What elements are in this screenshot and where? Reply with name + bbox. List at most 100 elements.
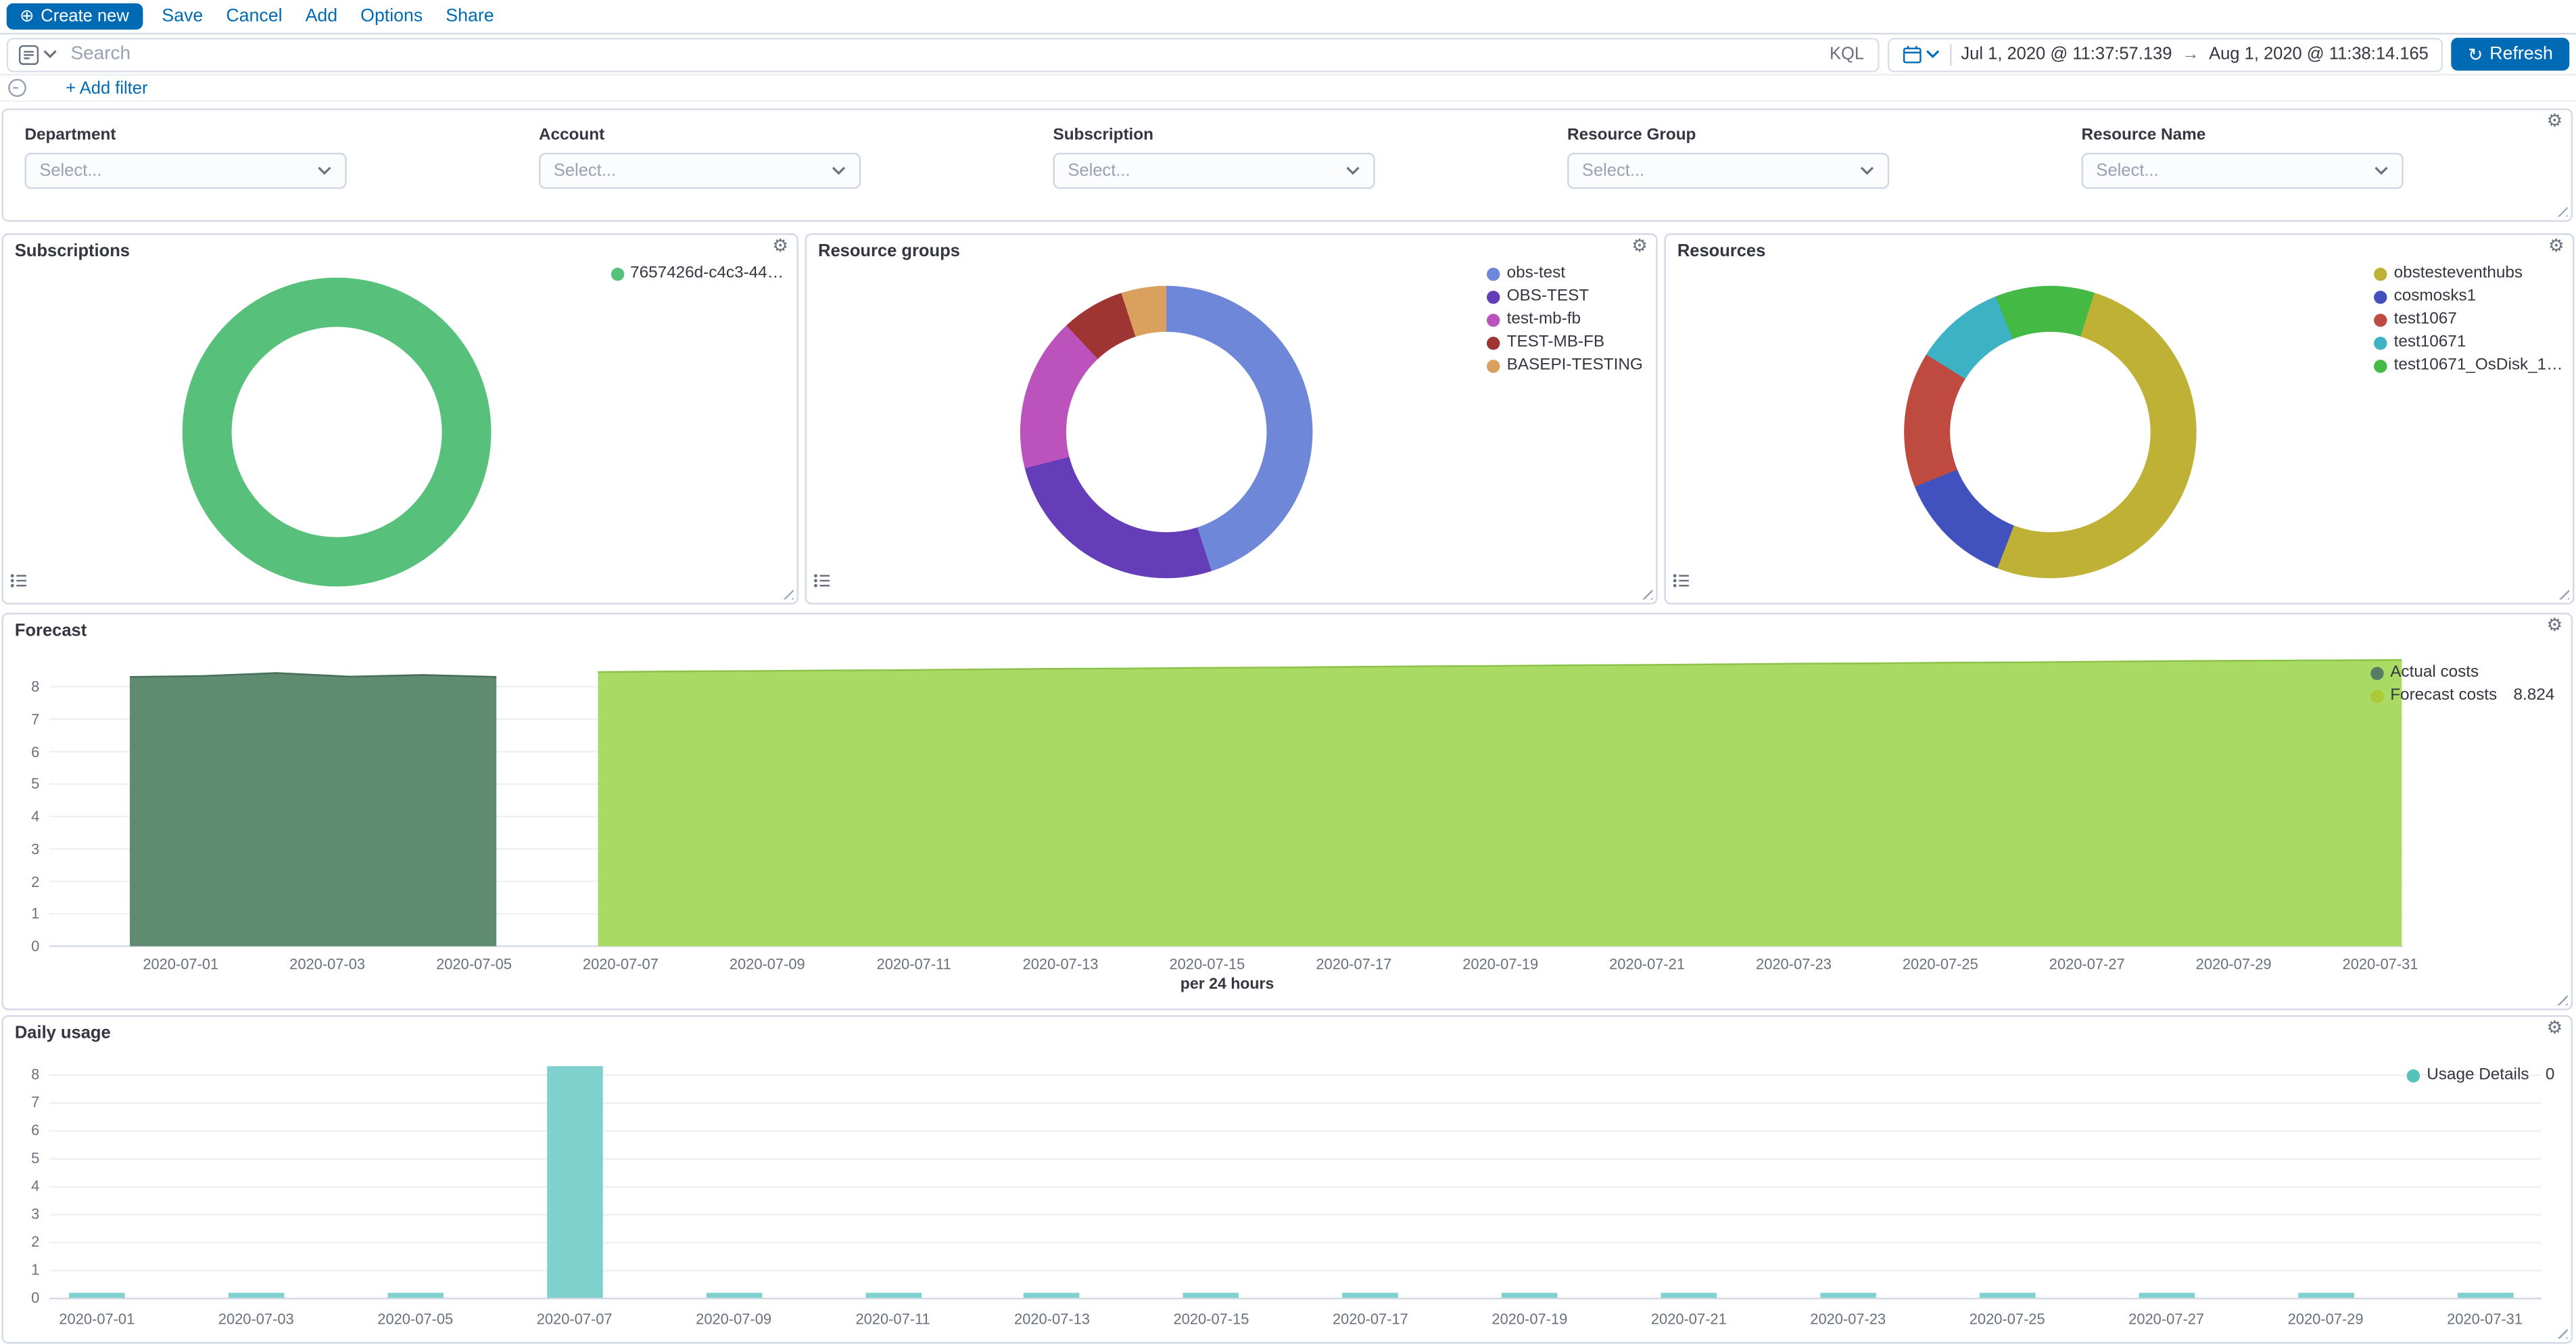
chart-legend: Usage Details0 — [2407, 1066, 2554, 1084]
create-new-button[interactable]: ⊕ Create new — [7, 3, 142, 30]
resources-donut-chart[interactable] — [1904, 286, 2197, 579]
add-filter-button[interactable]: + Add filter — [66, 78, 147, 97]
panel-title[interactable]: Daily usage — [15, 1024, 111, 1043]
quick-select-button[interactable] — [1902, 45, 1940, 64]
panel-title[interactable]: Forecast — [15, 621, 87, 640]
y-tick-label: 4 — [7, 808, 40, 824]
legend-item[interactable]: TEST-MB-FB — [1487, 333, 1642, 352]
panel-options-gear-icon[interactable]: ⚙ — [2546, 114, 2562, 132]
resource-groups-donut-chart[interactable] — [1020, 286, 1313, 579]
control-account: Account Select... — [539, 126, 861, 189]
date-range-arrow: → — [2182, 45, 2199, 64]
filter-options-icon[interactable] — [8, 79, 26, 97]
query-language-button[interactable]: KQL — [1826, 45, 1867, 64]
subscriptions-panel: Subscriptions ⚙ 7657426d-c4c3-44… — [1, 233, 798, 604]
legend-item[interactable]: obs-test — [1487, 264, 1642, 283]
panel-title[interactable]: Resource groups — [818, 241, 960, 261]
legend-item[interactable]: obstesteventhubs — [2374, 264, 2562, 283]
subscriptions-donut-chart[interactable] — [183, 278, 492, 587]
legend-label: cosmosks1 — [2394, 287, 2477, 306]
chevron-down-icon — [43, 49, 57, 59]
control-label: Account — [539, 126, 861, 145]
legend-item[interactable]: test-mb-fb — [1487, 310, 1642, 329]
x-tick-label: 2020-07-11 — [840, 1311, 946, 1327]
resource-name-select[interactable]: Select... — [2082, 153, 2404, 189]
legend-item[interactable]: cosmosks1 — [2374, 287, 2562, 306]
panel-options-gear-icon[interactable]: ⚙ — [1631, 238, 1648, 256]
panel-resize-handle[interactable] — [2554, 585, 2569, 600]
legend-item[interactable]: Forecast costs8.824 — [2370, 687, 2554, 705]
panel-options-gear-icon[interactable]: ⚙ — [2548, 238, 2565, 256]
panel-title[interactable]: Resources — [1677, 241, 1765, 261]
date-picker: Jul 1, 2020 @ 11:37:57.139 → Aug 1, 2020… — [1887, 37, 2443, 72]
daily-usage-panel: Daily usage ⚙ 876543210 2020-07-012020-0… — [1, 1015, 2573, 1344]
legend-label: test1067 — [2394, 310, 2457, 329]
end-date-button[interactable]: Aug 1, 2020 @ 11:38:14.165 — [2209, 45, 2429, 64]
topnav-link-share[interactable]: Share — [446, 7, 494, 26]
x-tick-label: 2020-07-31 — [2328, 956, 2433, 972]
account-select[interactable]: Select... — [539, 153, 861, 189]
x-tick-label: 2020-07-21 — [1594, 956, 1700, 972]
select-placeholder: Select... — [1068, 161, 1130, 181]
select-placeholder: Select... — [2096, 161, 2158, 181]
chart-legend: obs-test OBS-TEST test-mb-fb TEST-MB-FB BASE… — [1487, 264, 1642, 375]
select-placeholder: Select... — [39, 161, 101, 181]
control-label: Subscription — [1053, 126, 1375, 145]
legend-item[interactable]: test10671_OsDisk_1… — [2374, 356, 2562, 375]
legend-label: 7657426d-c4c3-44… — [630, 264, 784, 283]
usage-bar — [1343, 1293, 1399, 1297]
chart-legend: 7657426d-c4c3-44… — [611, 264, 784, 283]
start-date-button[interactable]: Jul 1, 2020 @ 11:37:57.139 — [1961, 45, 2172, 64]
legend-value: 8.824 — [2514, 687, 2555, 705]
panel-options-gear-icon[interactable]: ⚙ — [2546, 618, 2562, 636]
panel-resize-handle[interactable] — [1638, 585, 1653, 600]
gridline — [49, 1214, 2542, 1216]
legend-item[interactable]: 7657426d-c4c3-44… — [611, 264, 784, 283]
legend-color-dot — [1487, 313, 1500, 326]
legend-item[interactable]: Usage Details0 — [2407, 1066, 2554, 1084]
panel-options-gear-icon[interactable]: ⚙ — [2546, 1020, 2562, 1038]
legend-toggle-icon[interactable] — [1673, 569, 1691, 598]
refresh-button[interactable]: ↻ Refresh — [2452, 38, 2569, 71]
x-tick-label: 2020-07-05 — [421, 956, 527, 972]
legend-toggle-icon[interactable] — [10, 569, 28, 598]
legend-item[interactable]: test10671 — [2374, 333, 2562, 352]
usage-bar — [1820, 1293, 1876, 1297]
panel-title[interactable]: Subscriptions — [15, 241, 130, 261]
donut-hole — [1066, 332, 1266, 532]
legend-item[interactable]: BASEPI-TESTING — [1487, 356, 1642, 375]
legend-color-dot — [2370, 689, 2383, 702]
legend-item[interactable]: OBS-TEST — [1487, 287, 1642, 306]
x-tick-label: 2020-07-13 — [999, 1311, 1105, 1327]
x-tick-label: 2020-07-05 — [362, 1311, 468, 1327]
x-tick-label: 2020-07-25 — [1955, 1311, 2060, 1327]
x-tick-label: 2020-07-25 — [1888, 956, 1993, 972]
topnav-link-options[interactable]: Options — [360, 7, 423, 26]
legend-color-dot — [2374, 313, 2387, 326]
resource-group-select[interactable]: Select... — [1567, 153, 1889, 189]
x-tick-label: 2020-07-19 — [1477, 1311, 1583, 1327]
topnav-link-save[interactable]: Save — [162, 7, 203, 26]
department-select[interactable]: Select... — [24, 153, 346, 189]
x-tick-label: 2020-07-01 — [128, 956, 234, 972]
legend-item[interactable]: test1067 — [2374, 310, 2562, 329]
y-tick-label: 1 — [7, 1262, 40, 1278]
legend-item[interactable]: Actual costs — [2370, 664, 2554, 682]
y-tick-label: 6 — [7, 743, 40, 759]
control-resource-name: Resource NameSelect... — [2082, 126, 2404, 189]
legend-toggle-icon[interactable] — [813, 569, 832, 598]
topnav-link-add[interactable]: Add — [306, 7, 338, 26]
top-navigation: ⊕ Create new Save Cancel Add Options Share — [0, 0, 2576, 34]
x-tick-label: 2020-07-23 — [1796, 1311, 1901, 1327]
panel-resize-handle[interactable] — [779, 585, 794, 600]
panel-options-gear-icon[interactable]: ⚙ — [772, 238, 788, 256]
x-tick-label: 2020-07-01 — [45, 1311, 150, 1327]
saved-query-menu-button[interactable] — [18, 43, 57, 65]
legend-label: test10671 — [2394, 333, 2466, 352]
gridline — [49, 1102, 2542, 1103]
legend-color-dot — [2374, 336, 2387, 349]
search-input[interactable] — [68, 43, 1817, 66]
panel-resize-handle[interactable] — [2553, 202, 2568, 217]
subscription-select[interactable]: Select... — [1053, 153, 1375, 189]
topnav-link-cancel[interactable]: Cancel — [226, 7, 282, 26]
